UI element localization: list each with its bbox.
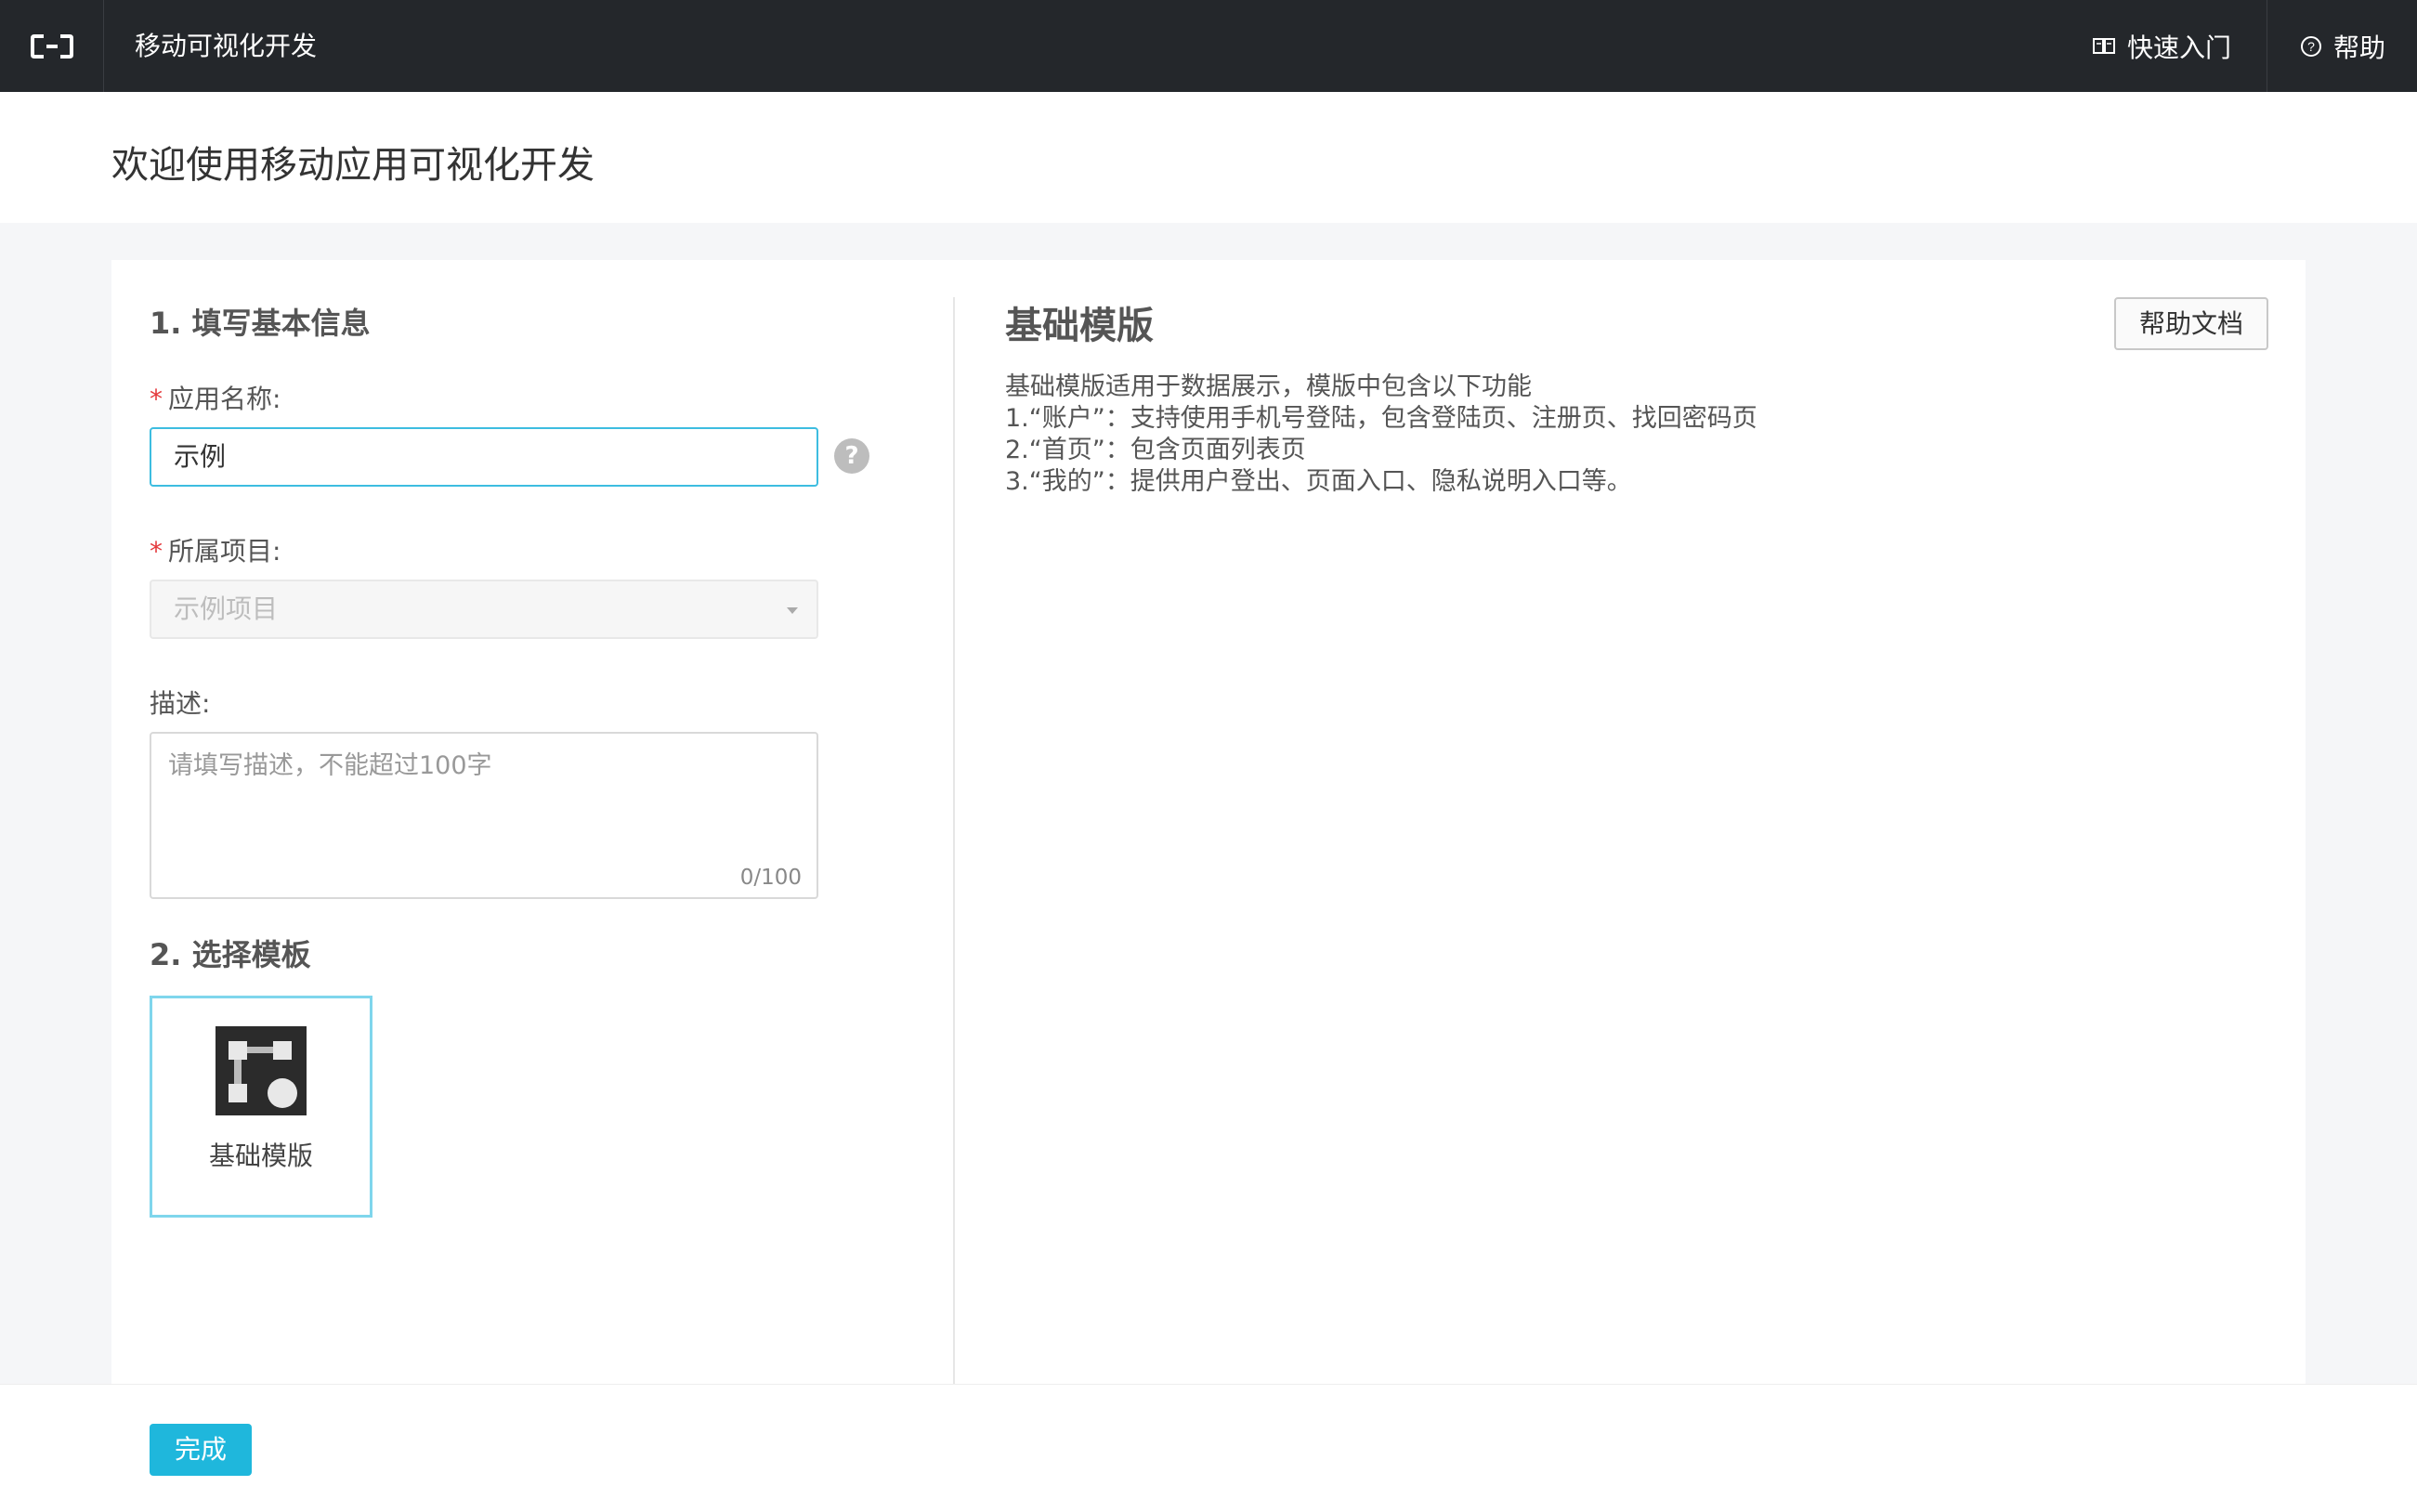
quick-start-label: 快速入门 xyxy=(2127,32,2232,63)
description-line: 基础模版适用于数据展示，模版中包含以下功能 xyxy=(1005,372,1532,401)
template-layout-icon xyxy=(216,1026,307,1115)
app-title: 移动可视化开发 xyxy=(135,31,318,61)
template-detail-title: 基础模版 xyxy=(1005,305,1154,347)
template-card-label: 基础模版 xyxy=(208,1141,313,1171)
description-line: 3.“我的”：提供用户登出、页面入口、隐私说明入口等。 xyxy=(1005,467,1632,496)
project-select[interactable]: 示例项目 xyxy=(150,580,818,639)
help-label: 帮助 xyxy=(2333,32,2386,63)
template-description: 基础模版适用于数据展示，模版中包含以下功能 1.“账户”：支持使用手机号登陆，包… xyxy=(1005,371,1757,498)
app-name-label-text: 应用名称: xyxy=(168,384,281,414)
logo[interactable] xyxy=(0,0,104,92)
description-line: 2.“首页”：包含页面列表页 xyxy=(1005,436,1306,464)
caret-down-icon xyxy=(787,607,798,614)
cloud-logo-icon xyxy=(30,33,73,59)
question-circle-icon: ? xyxy=(2300,35,2322,58)
footer-bar xyxy=(0,1384,2417,1512)
project-select-value: 示例项目 xyxy=(174,593,279,624)
project-label-text: 所属项目: xyxy=(168,536,281,567)
description-placeholder: 请填写描述，不能超过100字 xyxy=(168,751,492,780)
help-tooltip-icon[interactable]: ? xyxy=(834,438,869,474)
character-counter: 0/100 xyxy=(739,866,802,890)
description-textarea[interactable]: 请填写描述，不能超过100字 0/100 xyxy=(150,732,818,899)
project-label: * 所属项目: xyxy=(150,531,281,568)
help-link[interactable]: ? 帮助 xyxy=(2300,0,2385,92)
section-basic-info-title: 1. 填写基本信息 xyxy=(150,306,371,341)
quick-start-link[interactable]: 快速入门 xyxy=(2092,0,2231,92)
section-template-title: 2. 选择模板 xyxy=(150,937,311,972)
help-docs-button[interactable]: 帮助文档 xyxy=(2114,297,2268,350)
required-mark: * xyxy=(150,536,163,567)
column-divider xyxy=(953,297,955,1384)
template-card-basic[interactable]: 基础模版 xyxy=(150,996,372,1218)
book-icon xyxy=(2092,36,2116,57)
top-navbar: 移动可视化开发 快速入门 ? 帮助 xyxy=(0,0,2417,92)
page-title: 欢迎使用移动应用可视化开发 xyxy=(111,144,594,187)
done-button[interactable]: 完成 xyxy=(150,1424,252,1476)
required-mark: * xyxy=(150,384,163,414)
description-label: 描述: xyxy=(150,688,211,719)
description-line: 1.“账户”：支持使用手机号登陆，包含登陆页、注册页、找回密码页 xyxy=(1005,404,1757,433)
svg-text:?: ? xyxy=(2307,39,2315,54)
app-name-input[interactable]: 示例 xyxy=(150,427,818,487)
app-name-label: * 应用名称: xyxy=(150,379,281,416)
